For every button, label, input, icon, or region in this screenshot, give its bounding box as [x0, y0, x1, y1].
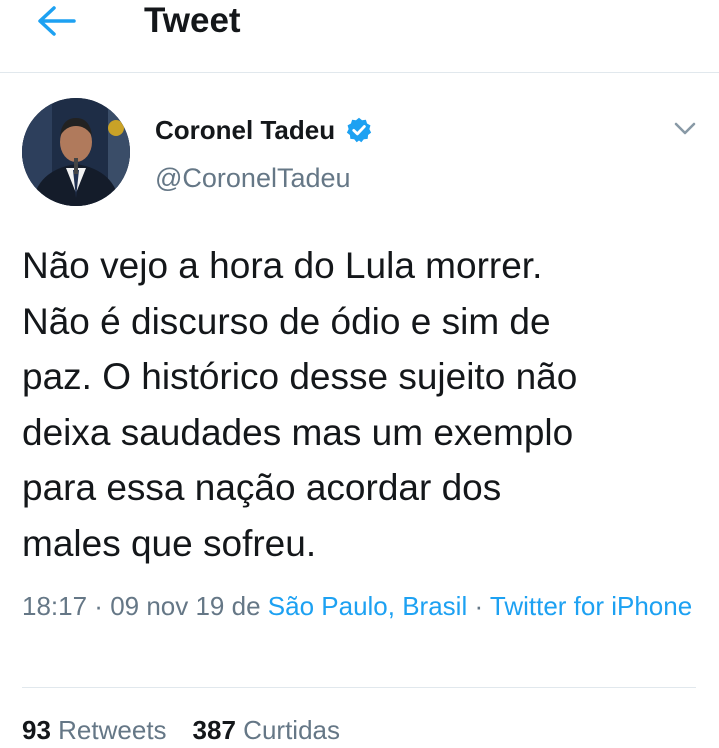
avatar-image — [22, 98, 130, 206]
avatar[interactable] — [22, 98, 130, 206]
tweet-time: 18:17 — [22, 591, 88, 621]
likes-count: 387 — [192, 715, 236, 745]
back-arrow-icon[interactable] — [34, 4, 78, 38]
retweets-count: 93 — [22, 715, 51, 745]
tweet-meta: 18:17 · 09 nov 19 de São Paulo, Brasil ·… — [22, 588, 702, 625]
divider — [22, 687, 696, 688]
likes-stat[interactable]: 387 Curtidas — [193, 715, 340, 745]
page-title: Tweet — [144, 1, 241, 40]
author-handle[interactable]: @CoronelTadeu — [155, 160, 351, 196]
tweet-date: 09 nov 19 — [110, 591, 225, 621]
author-display-name[interactable]: Coronel Tadeu — [155, 110, 335, 150]
chevron-down-icon[interactable] — [672, 118, 698, 138]
meta-separator: · — [87, 591, 111, 621]
meta-de: de — [224, 591, 268, 621]
author-name-row[interactable]: Coronel Tadeu — [155, 110, 373, 150]
tweet-text: Não vejo a hora do Lula morrer. Não é di… — [22, 245, 578, 564]
retweets-label: Retweets — [58, 715, 167, 745]
source-link[interactable]: Twitter for iPhone — [490, 591, 692, 621]
retweets-stat[interactable]: 93 Retweets — [22, 715, 167, 745]
location-link[interactable]: São Paulo, Brasil — [268, 591, 467, 621]
likes-label: Curtidas — [243, 715, 340, 745]
top-bar: Tweet — [0, 0, 719, 73]
verified-badge-icon — [346, 117, 372, 143]
meta-separator: · — [467, 591, 490, 621]
